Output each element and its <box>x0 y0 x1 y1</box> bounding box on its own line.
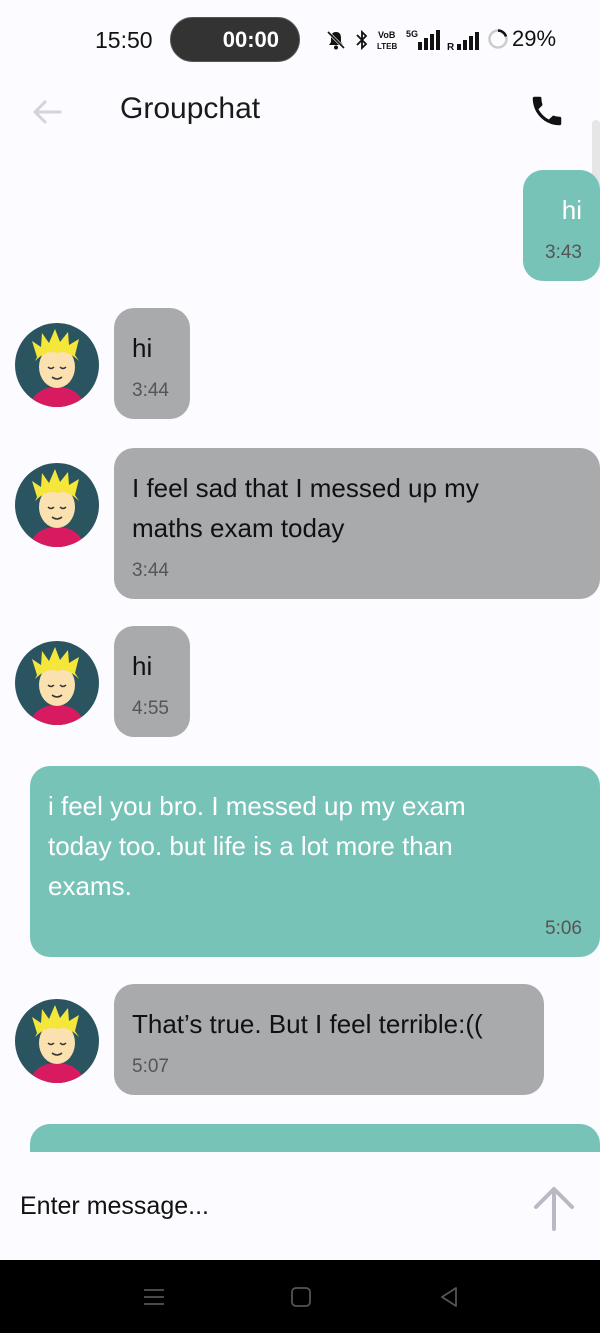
menu-icon[interactable] <box>141 1284 167 1310</box>
back-triangle-icon[interactable] <box>436 1284 462 1310</box>
message-text: hi <box>132 651 153 681</box>
5g-label: 5G <box>406 29 418 39</box>
avatar[interactable] <box>15 463 99 547</box>
battery-percent: 29% <box>512 26 557 51</box>
avatar-face-icon <box>29 1005 85 1083</box>
avatar[interactable] <box>15 323 99 407</box>
battery-ring-icon <box>488 29 508 49</box>
message-text: i feel you bro. I messed up my exam toda… <box>48 791 466 901</box>
battery-indicator: 29% <box>487 26 556 52</box>
message-text: I feel sad that I messed up my maths exa… <box>132 473 479 543</box>
volte-top-text: VoB <box>378 30 396 40</box>
message-bubble-incoming[interactable]: I feel sad that I messed up my maths exa… <box>114 448 600 599</box>
message-bubble-outgoing[interactable] <box>30 1124 600 1152</box>
avatar-face-icon <box>29 647 85 725</box>
avatar[interactable] <box>15 999 99 1083</box>
message-time: 3:44 <box>132 560 169 581</box>
status-time: 15:50 <box>95 27 153 53</box>
roaming-label: R <box>447 42 455 52</box>
bluetooth-icon <box>356 29 368 51</box>
message-bubble-outgoing[interactable]: hi 3:43 <box>523 170 600 281</box>
composer-bar <box>0 1152 600 1260</box>
send-arrow-up-icon[interactable] <box>528 1182 580 1234</box>
message-bubble-incoming[interactable]: That’s true. But I feel terrible:(( 5:07 <box>114 984 544 1095</box>
message-time: 5:07 <box>132 1056 169 1077</box>
page-title: Groupchat <box>120 92 261 125</box>
message-text: hi <box>561 195 582 225</box>
avatar-face-icon <box>29 469 85 547</box>
call-timer: 00:00 <box>222 26 279 52</box>
status-bar: 15:50 00:00 VoB LTEB 5G R 29% <box>0 0 600 80</box>
arrow-left-icon[interactable] <box>30 95 64 129</box>
mute-bell-icon <box>326 30 346 50</box>
message-time: 4:55 <box>132 698 169 719</box>
message-text: hi <box>132 333 153 363</box>
message-bubble-incoming[interactable]: hi 4:55 <box>114 626 190 737</box>
ongoing-call-pill[interactable]: 00:00 <box>170 17 300 62</box>
message-input[interactable] <box>20 1186 480 1226</box>
status-icons: VoB LTEB 5G R <box>325 26 481 54</box>
message-time: 5:06 <box>545 918 582 939</box>
message-time: 3:44 <box>132 380 169 401</box>
5g-signal-icon: 5G <box>406 29 440 50</box>
message-bubble-incoming[interactable]: hi 3:44 <box>114 308 190 419</box>
roaming-signal-icon: R <box>447 32 479 52</box>
chat-header: Groupchat <box>0 80 600 142</box>
volte-bottom-text: LTEB <box>377 42 398 51</box>
message-list[interactable]: hi 3:43 hi 3:44 I feel sad that I messed… <box>0 142 600 1152</box>
message-bubble-outgoing[interactable]: i feel you bro. I messed up my exam toda… <box>30 766 600 957</box>
volte-icon: VoB LTEB <box>377 30 398 51</box>
message-text: That’s true. But I feel terrible:(( <box>132 1009 483 1039</box>
home-icon[interactable] <box>288 1284 314 1310</box>
message-time: 3:43 <box>545 242 582 263</box>
avatar-face-icon <box>29 329 85 407</box>
avatar[interactable] <box>15 641 99 725</box>
system-nav-bar <box>0 1260 600 1333</box>
phone-icon[interactable] <box>528 92 566 130</box>
